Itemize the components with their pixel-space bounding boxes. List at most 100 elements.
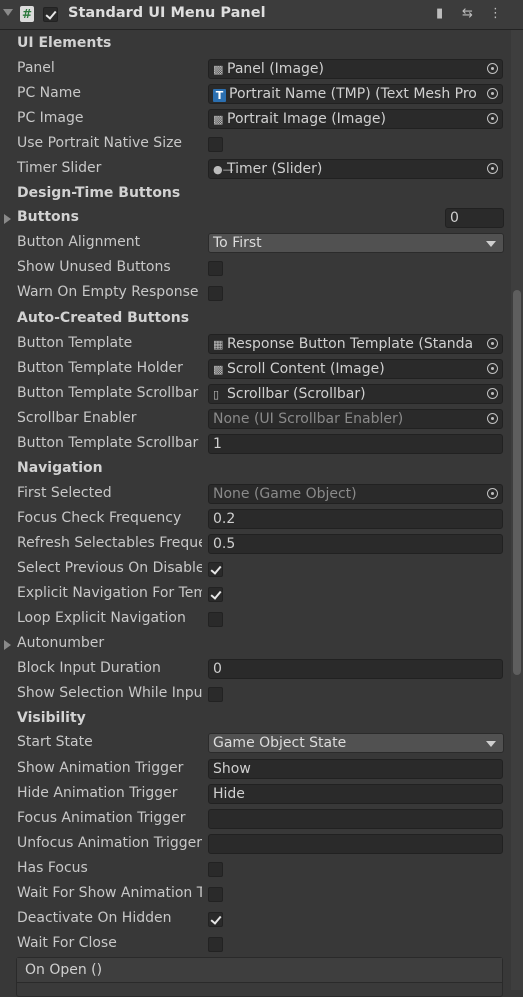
row-panel: Panel ▩ Panel (Image)	[0, 57, 510, 82]
row-scrollbar-enabler: Scrollbar Enabler None (UI Scrollbar Ena…	[0, 407, 510, 432]
field-label: Unfocus Animation Trigger	[17, 835, 202, 851]
row-autonumber[interactable]: Autonumber	[0, 632, 510, 657]
script-icon: #	[20, 6, 34, 22]
buttons-array-size[interactable]: 0	[445, 208, 504, 228]
warn-on-empty-response-checkbox[interactable]	[208, 286, 223, 301]
section-title: UI Elements	[17, 35, 112, 51]
show-selection-while-input-checkbox[interactable]	[208, 687, 223, 702]
field-value: Portrait Image (Image)	[227, 111, 386, 127]
scrollbar-enabler-object-field[interactable]: None (UI Scrollbar Enabler)	[208, 409, 503, 429]
focus-animation-trigger-input[interactable]	[208, 809, 503, 829]
on-open-event-box[interactable]: On Open ()	[16, 957, 503, 997]
field-label: Panel	[17, 60, 55, 76]
scrollbar-thumb[interactable]	[513, 290, 521, 675]
wait-for-close-checkbox[interactable]	[208, 937, 223, 952]
row-start-state: Start State Game Object State	[0, 731, 510, 756]
refresh-selectables-frequency-input[interactable]: 0.5	[208, 534, 503, 554]
field-label: Focus Check Frequency	[17, 510, 182, 526]
component-header: # Standard UI Menu Panel ▮ ⇆ ⋮	[0, 0, 523, 30]
row-has-focus: Has Focus	[0, 857, 510, 882]
show-animation-trigger-input[interactable]: Show	[208, 759, 503, 779]
row-show-unused-buttons: Show Unused Buttons	[0, 256, 510, 281]
use-portrait-native-size-checkbox[interactable]	[208, 137, 223, 152]
fold-arrow-icon[interactable]	[3, 9, 13, 16]
section-visibility: Visibility	[0, 707, 510, 732]
field-label: First Selected	[17, 485, 112, 501]
hide-animation-trigger-input[interactable]: Hide	[208, 784, 503, 804]
object-picker-icon[interactable]	[487, 388, 498, 399]
show-unused-buttons-checkbox[interactable]	[208, 261, 223, 276]
first-selected-object-field[interactable]: None (Game Object)	[208, 484, 503, 504]
object-picker-icon[interactable]	[487, 88, 498, 99]
deactivate-on-hidden-checkbox[interactable]	[208, 912, 223, 927]
button-template-scrollbar-value-input[interactable]: 1	[208, 434, 503, 454]
row-show-animation-trigger: Show Animation Trigger Show	[0, 757, 510, 782]
inspector-scrollbar[interactable]	[511, 30, 523, 990]
row-warn-on-empty-response: Warn On Empty Response	[0, 281, 510, 306]
timer-slider-object-field[interactable]: ●—Timer (Slider)	[208, 159, 503, 179]
field-label: Button Alignment	[17, 234, 141, 250]
button-template-object-field[interactable]: ▦ Response Button Template (Standa	[208, 334, 503, 354]
object-picker-icon[interactable]	[487, 163, 498, 174]
row-wait-for-show-animation: Wait For Show Animation T	[0, 882, 510, 907]
field-label: Has Focus	[17, 860, 88, 876]
row-deactivate-on-hidden: Deactivate On Hidden	[0, 907, 510, 932]
field-label[interactable]: Autonumber	[17, 635, 202, 651]
on-open-event-header: On Open ()	[17, 958, 502, 983]
field-label[interactable]: Buttons	[17, 209, 202, 225]
row-button-template: Button Template ▦ Response Button Templat…	[0, 332, 510, 357]
object-picker-icon[interactable]	[487, 338, 498, 349]
object-picker-icon[interactable]	[487, 113, 498, 124]
field-label: Show Animation Trigger	[17, 760, 184, 776]
row-hide-animation-trigger: Hide Animation Trigger Hide	[0, 782, 510, 807]
unfocus-animation-trigger-input[interactable]	[208, 834, 503, 854]
panel-object-field[interactable]: ▩ Panel (Image)	[208, 59, 503, 79]
block-input-duration-input[interactable]: 0	[208, 659, 503, 679]
button-template-scrollbar-object-field[interactable]: ▯ Scrollbar (Scrollbar)	[208, 384, 503, 404]
row-wait-for-close: Wait For Close	[0, 932, 510, 957]
preset-icon[interactable]: ▮	[436, 6, 443, 21]
focus-check-frequency-input[interactable]: 0.2	[208, 509, 503, 529]
settings-sliders-icon[interactable]: ⇆	[462, 6, 473, 21]
button-template-holder-object-field[interactable]: ▩ Scroll Content (Image)	[208, 359, 503, 379]
row-refresh-selectables-frequency: Refresh Selectables Freque 0.5	[0, 532, 510, 557]
field-label: Explicit Navigation For Tem	[17, 585, 202, 601]
field-label: Button Template Scrollbar	[17, 385, 199, 401]
start-state-dropdown[interactable]: Game Object State	[208, 733, 504, 753]
button-alignment-dropdown[interactable]: To First	[208, 233, 504, 253]
row-timer-slider: Timer Slider ●—Timer (Slider)	[0, 157, 510, 182]
pc-name-object-field[interactable]: T Portrait Name (TMP) (Text Mesh Pro	[208, 84, 503, 104]
field-label: Show Unused Buttons	[17, 259, 171, 275]
object-picker-icon[interactable]	[487, 413, 498, 424]
row-button-alignment: Button Alignment To First	[0, 231, 510, 256]
row-block-input-duration: Block Input Duration 0	[0, 657, 510, 682]
row-button-template-scrollbar: Button Template Scrollbar ▯ Scrollbar (Sc…	[0, 382, 510, 407]
scrollbar-icon: ▯	[213, 388, 220, 401]
field-label: Warn On Empty Response	[17, 284, 199, 300]
wait-for-show-animation-checkbox[interactable]	[208, 887, 223, 902]
field-value: None (Game Object)	[213, 486, 357, 502]
object-picker-icon[interactable]	[487, 63, 498, 74]
foldout-arrow-icon[interactable]	[4, 214, 11, 224]
foldout-arrow-icon[interactable]	[4, 640, 11, 650]
has-focus-checkbox[interactable]	[208, 862, 223, 877]
field-value: None (UI Scrollbar Enabler)	[213, 411, 404, 427]
object-picker-icon[interactable]	[487, 363, 498, 374]
object-picker-icon[interactable]	[487, 488, 498, 499]
field-label: Wait For Show Animation T	[17, 885, 202, 901]
row-buttons[interactable]: Buttons 0	[0, 206, 510, 231]
pc-image-object-field[interactable]: ▩ Portrait Image (Image)	[208, 109, 503, 129]
row-pc-image: PC Image ▩ Portrait Image (Image)	[0, 107, 510, 132]
field-label: Loop Explicit Navigation	[17, 610, 186, 626]
loop-explicit-navigation-checkbox[interactable]	[208, 612, 223, 627]
field-label: Block Input Duration	[17, 660, 161, 676]
explicit-navigation-checkbox[interactable]	[208, 587, 223, 602]
kebab-menu-icon[interactable]: ⋮	[489, 6, 502, 21]
field-label: Show Selection While Inpu	[17, 685, 202, 701]
text-mesh-pro-icon: T	[213, 89, 226, 102]
select-previous-on-disable-checkbox[interactable]	[208, 562, 223, 577]
row-explicit-navigation: Explicit Navigation For Tem	[0, 582, 510, 607]
row-focus-animation-trigger: Focus Animation Trigger	[0, 807, 510, 832]
component-enabled-checkbox[interactable]	[43, 7, 58, 22]
field-value: Panel (Image)	[227, 61, 324, 77]
